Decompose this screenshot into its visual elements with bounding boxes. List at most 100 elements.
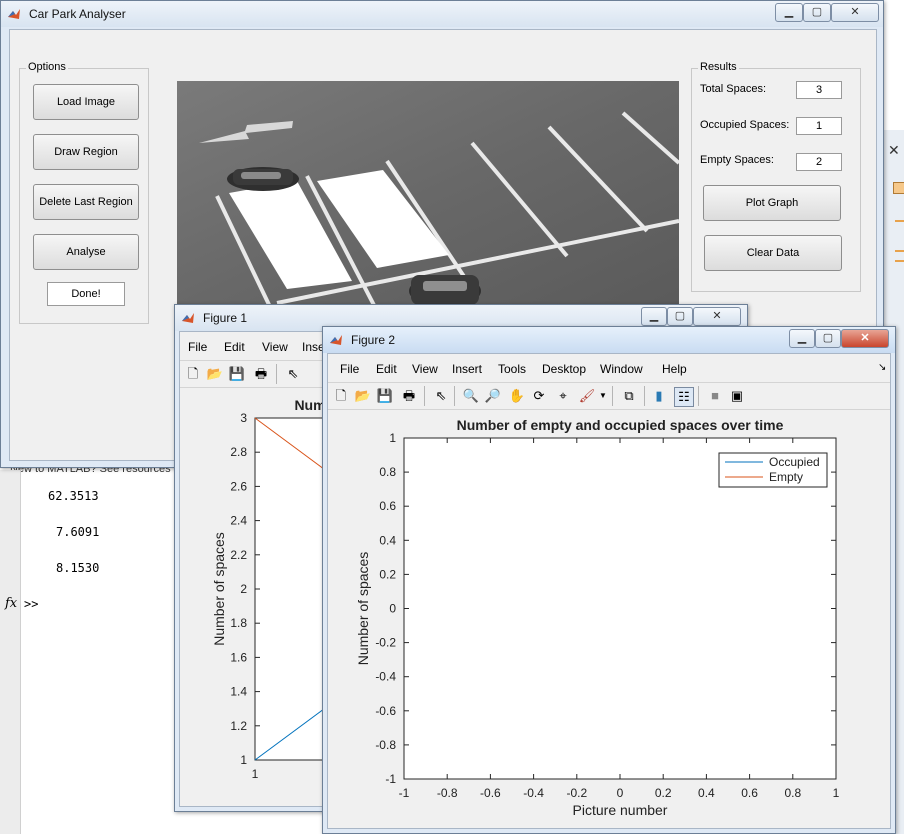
draw-region-button[interactable]: Draw Region	[33, 134, 139, 170]
y-tick-label: -0.4	[375, 670, 396, 684]
close-button[interactable]: ✕	[693, 307, 741, 326]
x-tick-label: -0.6	[480, 786, 501, 800]
y-tick-label: 1.2	[230, 719, 247, 733]
car-park-image	[177, 81, 679, 311]
menu-insert[interactable]: Insert	[452, 362, 482, 376]
maximize-button[interactable]: ▢	[815, 329, 841, 348]
car-park-photo	[177, 81, 679, 311]
x-tick-label: 0.2	[655, 786, 672, 800]
pan-icon[interactable]: ✋	[508, 387, 526, 405]
y-axis-label: Number of spaces	[211, 532, 227, 646]
menu-view[interactable]: View	[412, 362, 438, 376]
colorbar-icon[interactable]: ▮	[650, 387, 668, 405]
plot-graph-button[interactable]: Plot Graph	[703, 185, 841, 221]
options-panel-title: Options	[26, 61, 68, 73]
delete-last-region-button[interactable]: Delete Last Region	[33, 184, 139, 220]
results-panel: Results Total Spaces: 3 Occupied Spaces:…	[691, 61, 861, 292]
open-file-icon[interactable]: 📂	[206, 365, 224, 383]
x-tick-label: -0.8	[437, 786, 458, 800]
matlab-icon	[330, 335, 342, 345]
x-tick-label: 1	[833, 786, 840, 800]
occupied-spaces-label: Occupied Spaces:	[700, 119, 790, 131]
car-shape	[227, 167, 299, 191]
zoom-out-icon[interactable]: 🔎	[484, 387, 502, 405]
empty-spaces-label: Empty Spaces:	[700, 154, 774, 166]
minimize-button[interactable]: ▁	[775, 3, 803, 22]
occupied-spaces-field[interactable]: 1	[796, 117, 842, 135]
y-tick-label: 0	[389, 602, 396, 616]
dropdown-arrow-icon[interactable]: ▼	[594, 387, 612, 405]
menu-edit[interactable]: Edit	[224, 340, 245, 354]
y-axis-label: Number of spaces	[355, 552, 371, 666]
toolbar-separator	[698, 386, 699, 406]
titlebar[interactable]: Figure 2 ▁ ▢ ✕	[323, 327, 895, 353]
x-tick-label: -1	[399, 786, 410, 800]
y-tick-label: 1.8	[230, 616, 247, 630]
total-spaces-field[interactable]: 3	[796, 81, 842, 99]
figure2-window: Figure 2 ▁ ▢ ✕ File Edit View Insert Too…	[322, 326, 896, 834]
menu-file[interactable]: File	[340, 362, 359, 376]
y-tick-label: 0.8	[379, 465, 396, 479]
data-cursor-icon[interactable]: ⌖	[554, 387, 572, 405]
menu-help[interactable]: Help	[662, 362, 687, 376]
load-image-button[interactable]: Load Image	[33, 84, 139, 120]
matlab-icon	[182, 313, 194, 323]
print-icon[interactable]: 🖶	[252, 365, 270, 383]
menu-desktop[interactable]: Desktop	[542, 362, 586, 376]
menu-view[interactable]: View	[262, 340, 288, 354]
axes-box	[403, 437, 837, 780]
new-figure-icon[interactable]: 🗋	[332, 387, 350, 405]
minimize-button[interactable]: ▁	[789, 329, 815, 348]
dock-arrow-icon[interactable]: ↘	[878, 362, 886, 373]
link-plot-icon[interactable]: ⧉	[620, 387, 638, 405]
rotate-3d-icon[interactable]: ⟳	[530, 387, 548, 405]
y-tick-label: -1	[385, 772, 396, 786]
line-marker-icon	[895, 220, 904, 222]
menu-edit[interactable]: Edit	[376, 362, 397, 376]
output-line: 62.3513	[48, 489, 99, 503]
legend-icon[interactable]: ☷	[674, 387, 694, 407]
close-button[interactable]: ✕	[841, 329, 889, 348]
close-icon[interactable]: ✕	[888, 142, 900, 159]
total-spaces-label: Total Spaces:	[700, 83, 767, 95]
maximize-button[interactable]: ▢	[667, 307, 693, 326]
menu-tools[interactable]: Tools	[498, 362, 526, 376]
pointer-icon[interactable]: ⇖	[432, 387, 450, 405]
toolbar-separator	[644, 386, 645, 406]
new-figure-icon[interactable]: 🗋	[184, 365, 202, 383]
panel-marker-icon	[893, 182, 904, 194]
x-tick-label: 0.4	[698, 786, 715, 800]
chart-title: Num	[294, 397, 325, 413]
command-prompt[interactable]: >>	[24, 597, 38, 611]
toolbar-separator	[276, 364, 277, 384]
menu-file[interactable]: File	[188, 340, 207, 354]
titlebar[interactable]: Car Park Analyser ▁ ▢ ✕	[1, 1, 883, 27]
y-tick-label: 2	[240, 582, 247, 596]
save-icon[interactable]: 💾	[228, 365, 246, 383]
x-tick-label: 0.8	[784, 786, 801, 800]
maximize-button[interactable]: ▢	[803, 3, 831, 22]
fx-icon[interactable]: fx	[5, 596, 17, 611]
figure2-toolbar: 🗋 📂 💾 🖶 ⇖ 🔍 🔎 ✋ ⟳ ⌖ 🖌 ▼ ⧉ ▮ ☷ ■ ▣	[328, 382, 890, 410]
save-icon[interactable]: 💾	[376, 387, 394, 405]
zoom-in-icon[interactable]: 🔍	[462, 387, 480, 405]
open-file-icon[interactable]: 📂	[354, 387, 372, 405]
hide-tools-icon[interactable]: ■	[706, 387, 724, 405]
x-axis-label: Picture number	[573, 802, 668, 818]
close-button[interactable]: ✕	[831, 3, 879, 22]
print-icon[interactable]: 🖶	[400, 387, 418, 405]
legend-entry: Occupied	[769, 455, 820, 469]
empty-spaces-field[interactable]: 2	[796, 153, 842, 171]
minimize-button[interactable]: ▁	[641, 307, 667, 326]
analyse-button[interactable]: Analyse	[33, 234, 139, 270]
window-title: Figure 1	[203, 311, 248, 325]
y-tick-label: 2.6	[230, 479, 247, 493]
results-panel-title: Results	[698, 61, 739, 73]
menu-window[interactable]: Window	[600, 362, 643, 376]
show-tools-icon[interactable]: ▣	[728, 387, 746, 405]
y-tick-label: 1.6	[230, 650, 247, 664]
y-tick-label: 0.4	[379, 533, 396, 547]
clear-data-button[interactable]: Clear Data	[704, 235, 842, 271]
figure2-menubar: File Edit View Insert Tools Desktop Wind…	[328, 354, 890, 378]
pointer-icon[interactable]: ⇖	[284, 365, 302, 383]
